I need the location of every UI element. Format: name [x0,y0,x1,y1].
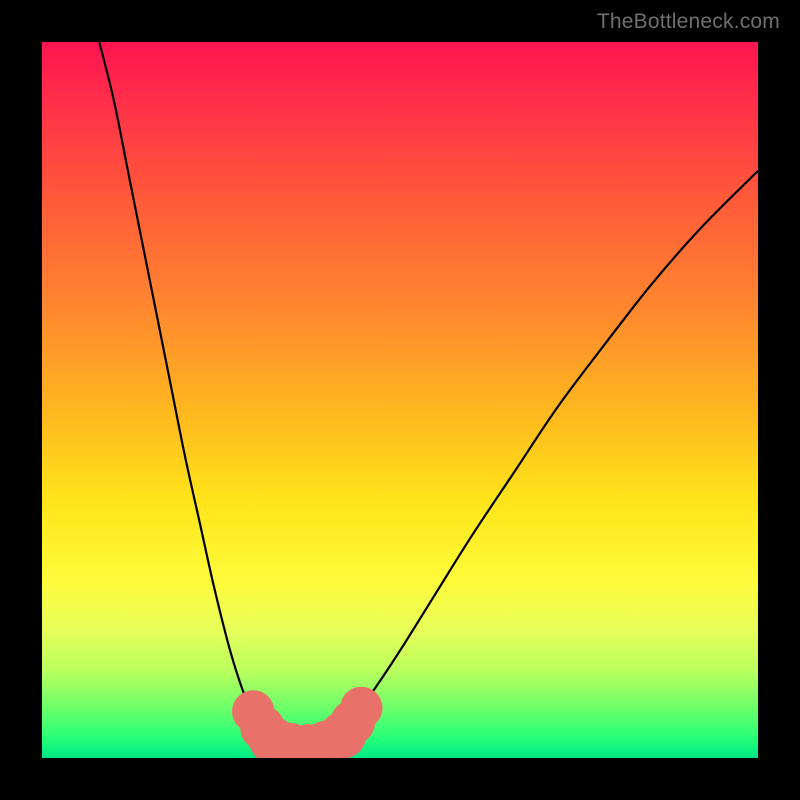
chart-frame: TheBottleneck.com [0,0,800,800]
valley-marker [340,687,382,729]
plot-area [42,42,758,758]
curve-svg [42,42,758,758]
watermark-text: TheBottleneck.com [597,10,780,34]
bottleneck-curve [99,42,758,751]
